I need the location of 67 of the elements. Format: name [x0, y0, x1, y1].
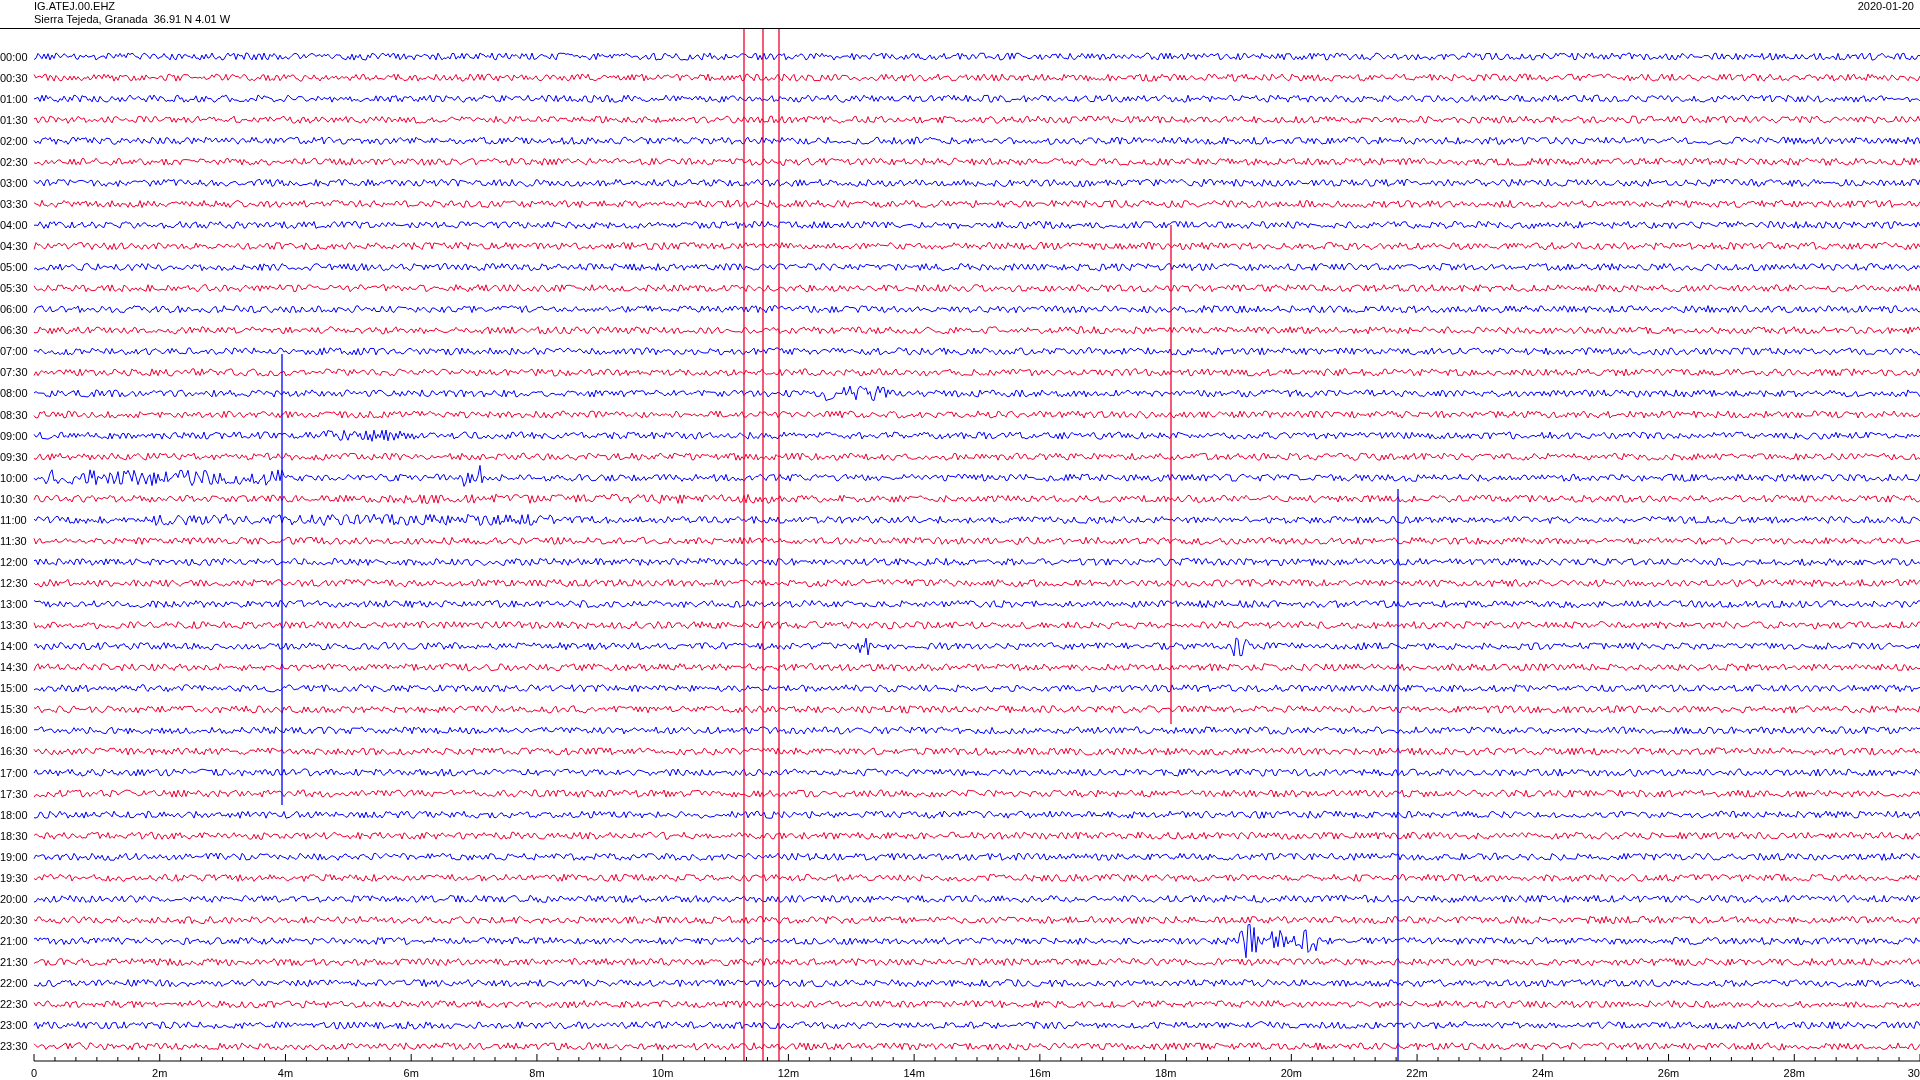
time-label: 16:00 [0, 724, 28, 737]
axis-label: 12m [777, 1067, 800, 1079]
station-code: IG.ATEJ.00.EHZ [34, 0, 117, 13]
time-label: 19:30 [0, 871, 28, 884]
time-label: 00:30 [0, 71, 28, 84]
time-label: 07:00 [0, 345, 28, 358]
time-label: 13:00 [0, 598, 28, 611]
time-label: 21:00 [0, 935, 28, 947]
time-label: 15:00 [0, 682, 28, 695]
time-label: 20:30 [0, 913, 28, 926]
time-label: 04:30 [0, 240, 28, 253]
axis-label: 6m [403, 1067, 419, 1079]
time-label: 14:30 [0, 661, 28, 674]
time-label: 18:00 [0, 808, 28, 821]
time-label: 16:30 [0, 745, 28, 758]
time-label: 02:30 [0, 155, 28, 168]
time-label: 11:00 [0, 513, 27, 526]
time-label: 08:00 [0, 387, 28, 400]
axis-label: 20m [1280, 1067, 1303, 1079]
time-label: 12:00 [0, 555, 28, 568]
time-label: 03:30 [0, 197, 28, 210]
time-label: 17:30 [0, 787, 28, 800]
time-label: 04:00 [0, 219, 28, 231]
time-label: 02:00 [0, 134, 28, 147]
time-label: 08:30 [0, 408, 28, 421]
axis-label: 22m [1406, 1067, 1428, 1079]
time-label: 23:00 [0, 1019, 28, 1032]
time-label: 22:30 [0, 998, 28, 1011]
axis-label: 24m [1532, 1067, 1554, 1079]
time-label: 01:00 [0, 92, 28, 105]
time-label: 01:30 [0, 113, 28, 126]
time-label: 22:00 [0, 977, 28, 990]
axis-label: 14m [903, 1067, 925, 1079]
axis-label: 8m [529, 1067, 545, 1079]
time-label: 09:00 [0, 429, 28, 442]
axis-label: 10m [651, 1067, 674, 1079]
time-label: 21:30 [0, 956, 28, 969]
axis-label: 2m [152, 1067, 168, 1079]
time-label: 13:30 [0, 619, 28, 632]
time-label: 03:00 [0, 176, 28, 189]
time-label: 19:00 [0, 850, 28, 863]
time-label: 23:30 [0, 1040, 28, 1053]
time-label: 18:30 [0, 829, 28, 842]
time-label: 11:30 [0, 534, 27, 547]
axis-label: 30 [1907, 1067, 1920, 1079]
time-label: 14:00 [0, 640, 28, 653]
axis-label: 26m [1657, 1067, 1680, 1079]
axis-label: 0 [30, 1067, 38, 1079]
time-label: 20:00 [0, 892, 28, 905]
time-label: 00:00 [0, 50, 28, 63]
station-location: Sierra Tejeda, Granada 36.91 N 4.01 W [34, 13, 231, 26]
time-label: 09:30 [0, 450, 28, 463]
axis-label: 4m [277, 1067, 294, 1079]
axis-label: 18m [1154, 1067, 1177, 1079]
time-label: 07:30 [0, 366, 28, 379]
axis-label: 28m [1783, 1067, 1805, 1079]
date-label: 2020-01-20 [1857, 0, 1915, 13]
time-label: 06:00 [0, 303, 28, 316]
time-label: 06:30 [0, 324, 28, 337]
time-label: 10:00 [0, 471, 28, 484]
time-label: 12:30 [0, 577, 28, 589]
axis-label: 16m [1029, 1067, 1051, 1079]
time-label: 10:30 [0, 492, 28, 505]
time-label: 05:30 [0, 282, 28, 295]
time-label: 05:00 [0, 261, 28, 274]
time-label: 17:00 [0, 766, 28, 779]
time-label: 15:30 [0, 703, 28, 716]
